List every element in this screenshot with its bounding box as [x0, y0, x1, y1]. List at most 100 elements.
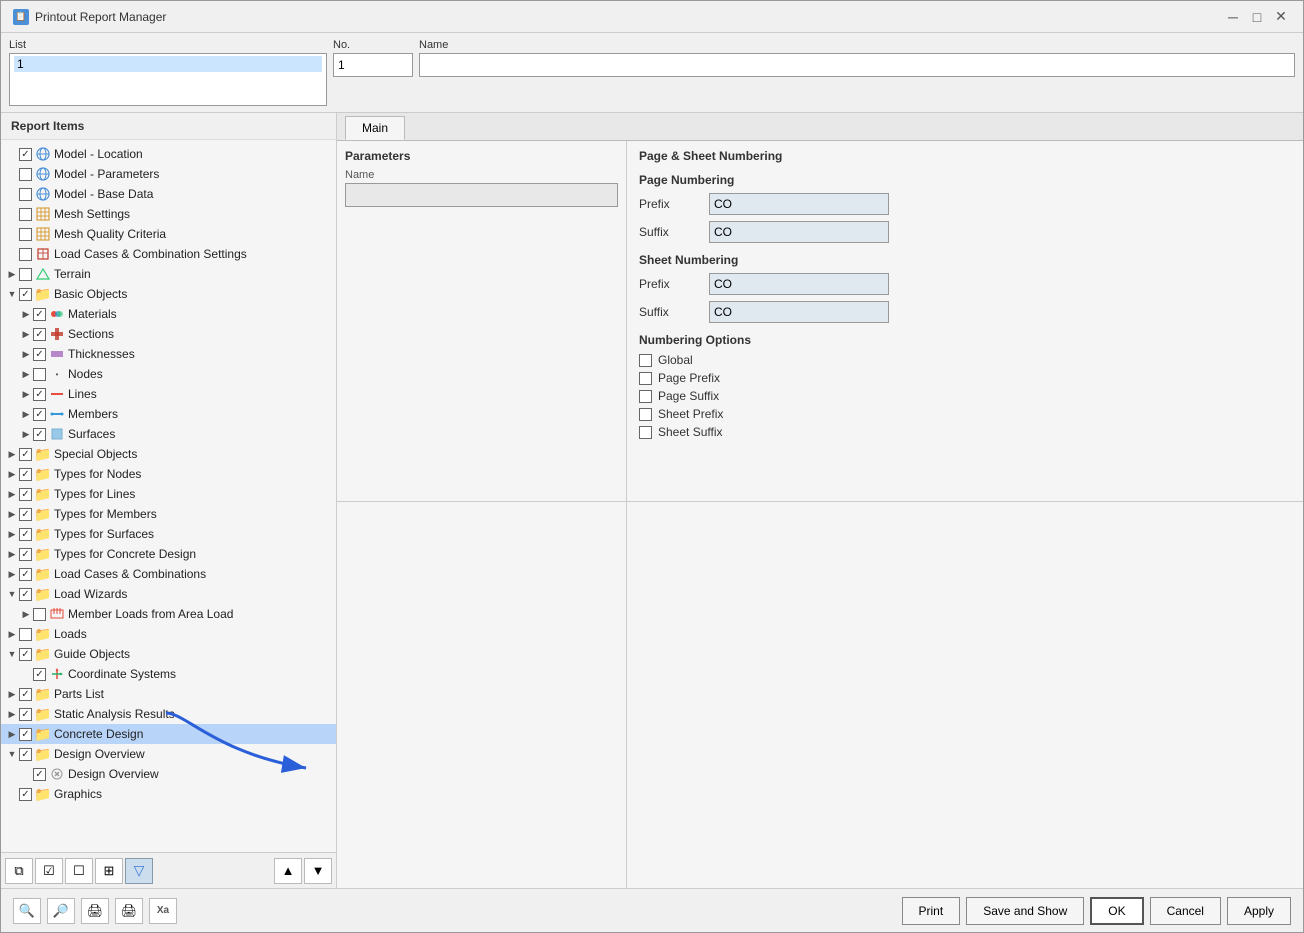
- tree-item-surfaces[interactable]: ▶ ✓ Surfaces: [1, 424, 336, 444]
- apply-button[interactable]: Apply: [1227, 897, 1291, 925]
- expand-parts-list[interactable]: ▶: [5, 687, 19, 701]
- tree-item-model-parameters[interactable]: Model - Parameters: [1, 164, 336, 184]
- checkbox-members[interactable]: ✓: [33, 408, 46, 421]
- checkbox-guide-objects[interactable]: ✓: [19, 648, 32, 661]
- expand-static-analysis[interactable]: ▶: [5, 707, 19, 721]
- tree-item-load-wizards[interactable]: ▼ ✓ 📁 Load Wizards: [1, 584, 336, 604]
- sheet-suffix-input[interactable]: [709, 301, 889, 323]
- tree-item-graphics[interactable]: ✓ 📁 Graphics: [1, 784, 336, 804]
- tree-item-design-overview-parent[interactable]: ▼ ✓ 📁 Design Overview: [1, 744, 336, 764]
- move-up-button[interactable]: ▲: [274, 858, 302, 884]
- expand-surfaces[interactable]: ▶: [19, 427, 33, 441]
- list-box[interactable]: 1: [9, 53, 327, 106]
- checkbox-model-location[interactable]: ✓: [19, 148, 32, 161]
- tree-item-types-lines[interactable]: ▶ ✓ 📁 Types for Lines: [1, 484, 336, 504]
- checkbox-basic-objects[interactable]: ✓: [19, 288, 32, 301]
- xa-button[interactable]: Xa: [149, 898, 177, 924]
- checkbox-types-members[interactable]: ✓: [19, 508, 32, 521]
- checkbox-mesh-settings[interactable]: [19, 208, 32, 221]
- tree-item-types-nodes[interactable]: ▶ ✓ 📁 Types for Nodes: [1, 464, 336, 484]
- expand-sections[interactable]: ▶: [19, 327, 33, 341]
- checkbox-types-concrete[interactable]: ✓: [19, 548, 32, 561]
- tree-item-design-overview-child[interactable]: ✓ Design Overview: [1, 764, 336, 784]
- tree-item-lines[interactable]: ▶ ✓ Lines: [1, 384, 336, 404]
- checkbox-sheet-suffix[interactable]: [639, 426, 652, 439]
- no-input[interactable]: [333, 53, 413, 77]
- copy-tree-button[interactable]: ⧉: [5, 858, 33, 884]
- checkbox-thicknesses[interactable]: ✓: [33, 348, 46, 361]
- expand-types-members[interactable]: ▶: [5, 507, 19, 521]
- expand-types-surfaces[interactable]: ▶: [5, 527, 19, 541]
- page-prefix-input[interactable]: [709, 193, 889, 215]
- checkbox-page-suffix[interactable]: [639, 390, 652, 403]
- tree-item-mesh-settings[interactable]: Mesh Settings: [1, 204, 336, 224]
- expand-types-nodes[interactable]: ▶: [5, 467, 19, 481]
- print-icon-button-2[interactable]: 🖨: [115, 898, 143, 924]
- checkbox-page-prefix[interactable]: [639, 372, 652, 385]
- list-item-1[interactable]: 1: [14, 56, 322, 72]
- expand-lines[interactable]: ▶: [19, 387, 33, 401]
- checkbox-load-wizards[interactable]: ✓: [19, 588, 32, 601]
- tree-item-coord-systems[interactable]: ✓ Coordinate Systems: [1, 664, 336, 684]
- checkbox-types-nodes[interactable]: ✓: [19, 468, 32, 481]
- checkbox-loads[interactable]: [19, 628, 32, 641]
- tree-item-concrete-design[interactable]: ▶ ✓ 📁 Concrete Design: [1, 724, 336, 744]
- check-all-button[interactable]: ☑: [35, 858, 63, 884]
- page-suffix-input[interactable]: [709, 221, 889, 243]
- expand-materials[interactable]: ▶: [19, 307, 33, 321]
- expand-members[interactable]: ▶: [19, 407, 33, 421]
- tree-item-member-loads-area[interactable]: ▶ Member Loads from Area Load: [1, 604, 336, 624]
- checkbox-design-overview-parent[interactable]: ✓: [19, 748, 32, 761]
- minimize-button[interactable]: ─: [1223, 7, 1243, 27]
- move-down-button[interactable]: ▼: [304, 858, 332, 884]
- expand-types-lines[interactable]: ▶: [5, 487, 19, 501]
- expand-thicknesses[interactable]: ▶: [19, 347, 33, 361]
- print-button[interactable]: Print: [902, 897, 961, 925]
- checkbox-static-analysis[interactable]: ✓: [19, 708, 32, 721]
- expand-design-overview-parent[interactable]: ▼: [5, 747, 19, 761]
- tree-item-types-surfaces[interactable]: ▶ ✓ 📁 Types for Surfaces: [1, 524, 336, 544]
- checkbox-surfaces[interactable]: ✓: [33, 428, 46, 441]
- tree-item-members[interactable]: ▶ ✓ Members: [1, 404, 336, 424]
- expand-special-objects[interactable]: ▶: [5, 447, 19, 461]
- expand-nodes[interactable]: ▶: [19, 367, 33, 381]
- tree-item-materials[interactable]: ▶ ✓ Materials: [1, 304, 336, 324]
- tree-item-nodes[interactable]: ▶ • Nodes: [1, 364, 336, 384]
- tree-item-types-concrete[interactable]: ▶ ✓ 📁 Types for Concrete Design: [1, 544, 336, 564]
- cancel-button[interactable]: Cancel: [1150, 897, 1221, 925]
- uncheck-all-button[interactable]: ☐: [65, 858, 93, 884]
- checkbox-global[interactable]: [639, 354, 652, 367]
- name-input[interactable]: [419, 53, 1295, 77]
- save-show-button[interactable]: Save and Show: [966, 897, 1084, 925]
- checkbox-design-overview-child[interactable]: ✓: [33, 768, 46, 781]
- print-icon-button[interactable]: 🖨: [81, 898, 109, 924]
- tree-item-terrain[interactable]: ▶ Terrain: [1, 264, 336, 284]
- expand-basic-objects[interactable]: ▼: [5, 287, 19, 301]
- checkbox-types-surfaces[interactable]: ✓: [19, 528, 32, 541]
- tree-item-model-location[interactable]: ✓ Model - Location: [1, 144, 336, 164]
- tree-item-sections[interactable]: ▶ ✓ Sections: [1, 324, 336, 344]
- checkbox-special-objects[interactable]: ✓: [19, 448, 32, 461]
- expand-member-loads[interactable]: ▶: [19, 607, 33, 621]
- expand-lc-combinations[interactable]: ▶: [5, 567, 19, 581]
- checkbox-member-loads[interactable]: [33, 608, 46, 621]
- tab-main[interactable]: Main: [345, 116, 405, 140]
- maximize-button[interactable]: □: [1247, 7, 1267, 27]
- expand-types-concrete[interactable]: ▶: [5, 547, 19, 561]
- expand-guide-objects[interactable]: ▼: [5, 647, 19, 661]
- checkbox-sheet-prefix[interactable]: [639, 408, 652, 421]
- checkbox-model-parameters[interactable]: [19, 168, 32, 181]
- close-button[interactable]: ✕: [1271, 7, 1291, 27]
- tree-item-lc-settings[interactable]: Load Cases & Combination Settings: [1, 244, 336, 264]
- checkbox-terrain[interactable]: [19, 268, 32, 281]
- params-name-input[interactable]: [345, 183, 618, 207]
- checkbox-graphics[interactable]: ✓: [19, 788, 32, 801]
- tree-item-mesh-quality[interactable]: Mesh Quality Criteria: [1, 224, 336, 244]
- search-button-1[interactable]: 🔍: [13, 898, 41, 924]
- tree-content[interactable]: ✓ Model - Location Model - Parameters: [1, 140, 336, 852]
- tree-item-loads[interactable]: ▶ 📁 Loads: [1, 624, 336, 644]
- expand-loads[interactable]: ▶: [5, 627, 19, 641]
- expand-load-wizards[interactable]: ▼: [5, 587, 19, 601]
- ok-button[interactable]: OK: [1090, 897, 1143, 925]
- checkbox-sections[interactable]: ✓: [33, 328, 46, 341]
